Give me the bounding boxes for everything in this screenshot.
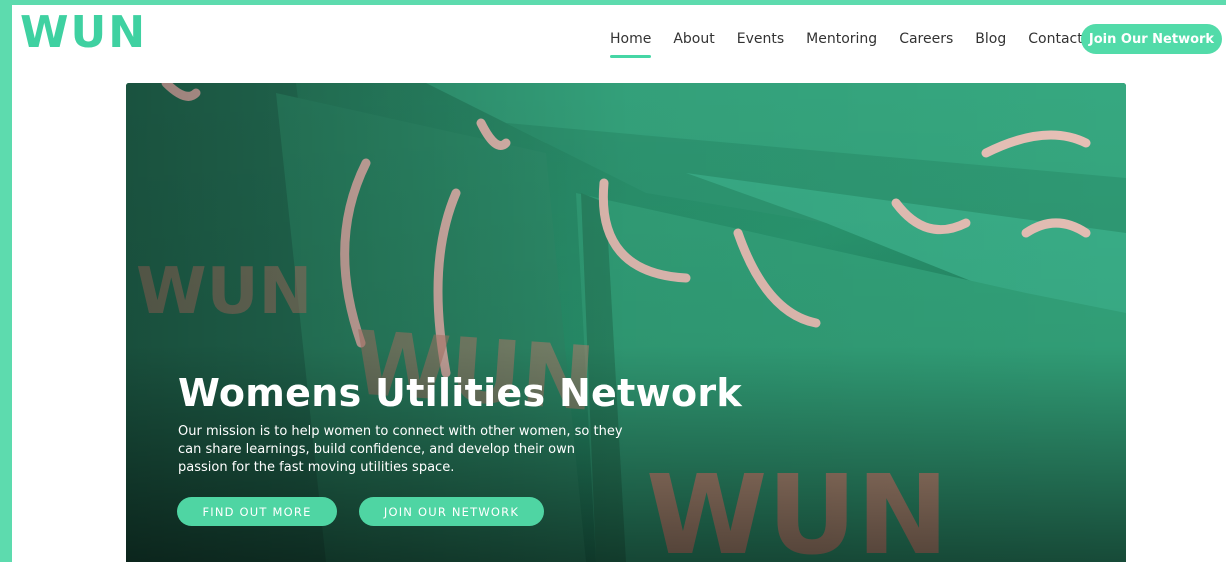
site-logo[interactable]: WUN (20, 8, 147, 58)
hero-description: Our mission is to help women to connect … (178, 424, 623, 475)
nav-events[interactable]: Events (737, 28, 784, 50)
nav-contact[interactable]: Contact (1028, 28, 1082, 50)
nav-home[interactable]: Home (610, 28, 652, 58)
join-our-network-button[interactable]: JOIN OUR NETWORK (359, 497, 544, 526)
nav-blog[interactable]: Blog (975, 28, 1006, 50)
nav-about[interactable]: About (673, 28, 714, 50)
hero-title: Womens Utilities Network (178, 371, 743, 415)
page-frame-top (0, 0, 1226, 5)
hero-banner: WUN WUN WUN Womens Utilities Network Our… (126, 83, 1126, 562)
find-out-more-button[interactable]: FIND OUT MORE (177, 497, 337, 526)
nav-careers[interactable]: Careers (899, 28, 953, 50)
nav-mentoring[interactable]: Mentoring (806, 28, 877, 50)
hero-background-image: WUN WUN WUN (126, 83, 1126, 562)
join-network-button[interactable]: Join Our Network (1081, 24, 1222, 54)
page-frame-left (0, 0, 12, 562)
main-navigation: Home About Events Mentoring Careers Blog… (610, 28, 1105, 58)
